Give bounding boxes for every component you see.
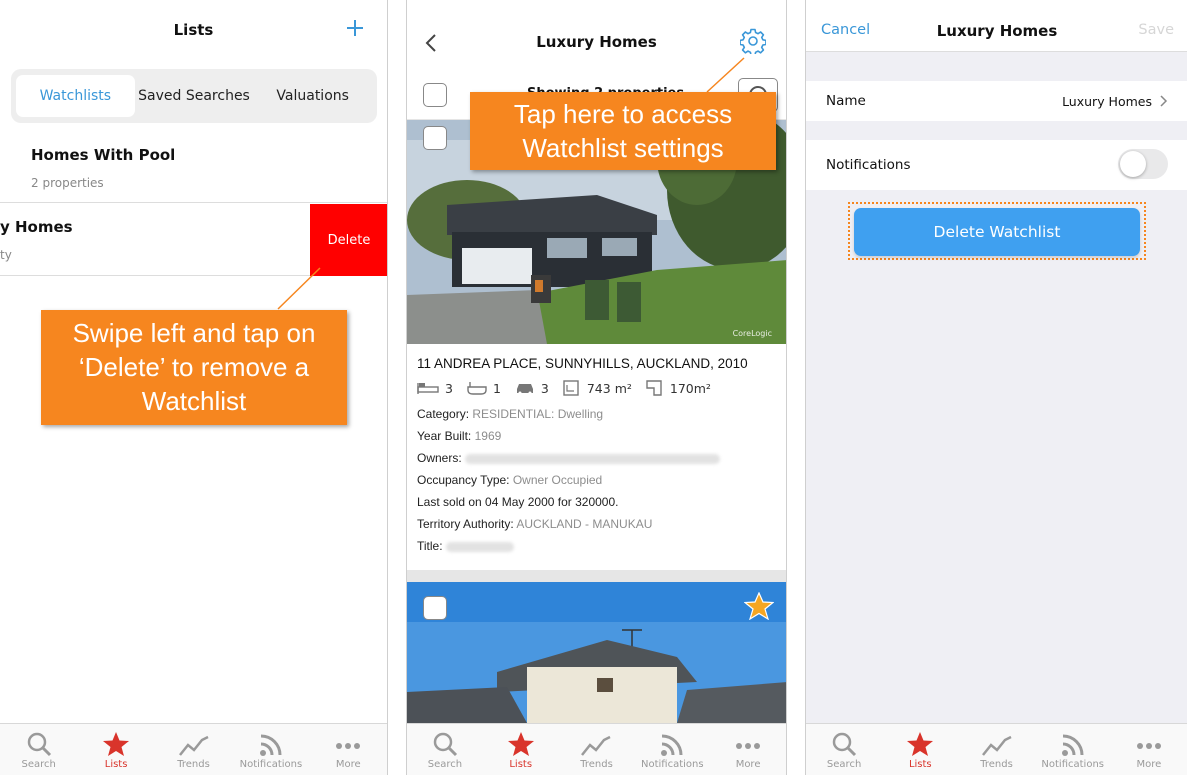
tab-lists[interactable]: Lists [882, 724, 958, 775]
tab-trends[interactable]: Trends [958, 724, 1034, 775]
tab-label: Lists [908, 759, 932, 770]
tab-label: More [335, 759, 361, 770]
tab-notifications[interactable]: Notifications [634, 724, 710, 775]
search-icon [433, 732, 457, 757]
tab-label: Trends [580, 759, 613, 770]
tab-search[interactable]: Search [0, 724, 77, 775]
tab-lists[interactable]: Lists [77, 724, 154, 775]
name-label: Name [826, 93, 866, 109]
delete-watchlist-label: Delete Watchlist [933, 223, 1061, 241]
trends-icon [178, 735, 209, 756]
save-button[interactable]: Save [1138, 22, 1174, 38]
tab-search[interactable]: Search [806, 724, 882, 775]
tab-label: Notifications [640, 759, 704, 770]
lists-screen: Lists Watchlists Saved Searches Valuatio… [0, 0, 388, 775]
tab-label: Search [826, 759, 862, 770]
search-icon [832, 732, 857, 757]
tab-trends[interactable]: Trends [559, 724, 635, 775]
name-row[interactable]: Name Luxury Homes [806, 81, 1187, 121]
search-icon [27, 732, 51, 757]
star-icon [103, 732, 130, 756]
notifications-toggle[interactable] [1118, 149, 1168, 179]
tab-bar: Search Lists Trends Notifications More [0, 723, 387, 775]
notifications-row: Notifications [806, 140, 1187, 190]
tab-label: Lists [509, 759, 533, 770]
watchlist-screen: Luxury Homes Showing 2 properties [406, 0, 787, 775]
rss-icon [259, 734, 282, 756]
tab-more[interactable]: More [1111, 724, 1187, 775]
rss-icon [661, 734, 683, 756]
tab-label: Notifications [239, 759, 303, 770]
more-icon [736, 743, 761, 749]
star-icon [907, 732, 934, 756]
trends-icon [581, 735, 612, 756]
tab-label: Search [21, 759, 56, 770]
tab-notifications[interactable]: Notifications [1035, 724, 1111, 775]
tab-trends[interactable]: Trends [155, 724, 232, 775]
delete-watchlist-button[interactable]: Delete Watchlist [854, 208, 1140, 256]
chevron-right-icon [1160, 95, 1168, 107]
tab-label: Trends [980, 759, 1013, 770]
notifications-label: Notifications [826, 157, 911, 173]
rss-icon [1061, 734, 1084, 756]
trends-icon [981, 735, 1012, 756]
tab-label: Trends [177, 759, 210, 770]
toggle-knob [1120, 151, 1146, 177]
tab-more[interactable]: More [710, 724, 786, 775]
tab-bar: Search Lists Trends Notifications More [407, 723, 786, 775]
tab-label: More [1136, 759, 1162, 770]
cancel-button[interactable]: Cancel [821, 22, 870, 38]
tab-label: More [735, 759, 761, 770]
tab-label: Notifications [1041, 759, 1104, 770]
tab-lists[interactable]: Lists [483, 724, 559, 775]
tab-search[interactable]: Search [407, 724, 483, 775]
tab-label: Lists [104, 759, 128, 770]
watchlist-settings-screen: Cancel Luxury Homes Save Name Luxury Hom… [805, 0, 1187, 775]
tab-notifications[interactable]: Notifications [232, 724, 309, 775]
tab-label: Search [427, 759, 463, 770]
name-value: Luxury Homes [1062, 94, 1152, 109]
tab-bar: Search Lists Trends Notifications More [806, 723, 1187, 775]
star-icon [507, 732, 534, 756]
nav-bar: Cancel Luxury Homes Save [806, 0, 1187, 52]
more-icon [1136, 743, 1161, 749]
settings-callout: Tap here to access Watchlist settings [470, 92, 776, 170]
delete-callout: Swipe left and tap on ‘Delete’ to remove… [41, 310, 347, 425]
more-icon [336, 743, 361, 749]
tab-more[interactable]: More [310, 724, 387, 775]
